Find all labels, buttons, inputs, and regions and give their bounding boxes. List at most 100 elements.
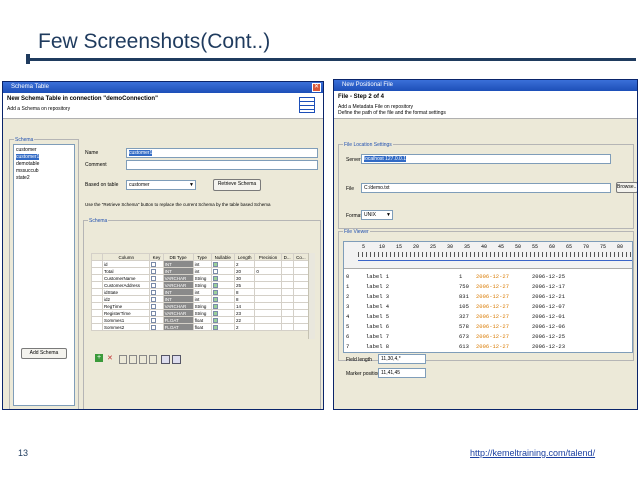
comment-cell[interactable] xyxy=(292,281,310,289)
dbtype-cell[interactable]: VARCHAR xyxy=(162,302,194,310)
checkbox[interactable] xyxy=(212,324,218,330)
column-cell[interactable]: CustomerAddress xyxy=(101,281,151,289)
row-handle[interactable] xyxy=(91,260,103,268)
type-cell[interactable]: float xyxy=(192,323,212,331)
length-cell[interactable]: 8 xyxy=(233,295,256,303)
row-handle[interactable] xyxy=(91,267,103,275)
key-checkbox[interactable] xyxy=(149,316,164,324)
checkbox[interactable] xyxy=(151,303,157,309)
type-cell[interactable]: String xyxy=(192,274,212,282)
add-schema-button[interactable]: Add Schema xyxy=(21,348,67,359)
checkbox[interactable] xyxy=(151,275,157,281)
precision-cell[interactable] xyxy=(254,260,282,268)
row-handle[interactable] xyxy=(91,316,103,324)
row-handle[interactable] xyxy=(91,302,103,310)
precision-cell[interactable] xyxy=(254,281,282,289)
comment-cell[interactable] xyxy=(292,288,310,296)
browse-button[interactable]: Browse... xyxy=(616,182,637,193)
key-checkbox[interactable] xyxy=(149,295,164,303)
row-handle[interactable] xyxy=(91,288,103,296)
schema-list-item[interactable]: demotable xyxy=(16,161,39,167)
column-cell[interactable]: id2 xyxy=(101,295,151,303)
type-cell[interactable]: String xyxy=(192,302,212,310)
checkbox[interactable] xyxy=(212,303,218,309)
comment-cell[interactable] xyxy=(292,316,310,324)
dbtype-cell[interactable]: VARCHAR xyxy=(162,281,194,289)
precision-cell[interactable] xyxy=(254,323,282,331)
precision-cell[interactable] xyxy=(254,309,282,317)
key-checkbox[interactable] xyxy=(149,281,164,289)
comment-cell[interactable] xyxy=(292,274,310,282)
checkbox[interactable] xyxy=(151,261,157,267)
comment-cell[interactable] xyxy=(292,309,310,317)
default-cell[interactable] xyxy=(280,260,294,268)
row-handle[interactable] xyxy=(91,323,103,331)
length-cell[interactable]: 20 xyxy=(233,267,256,275)
row-handle[interactable] xyxy=(91,309,103,317)
column-cell[interactable]: idState xyxy=(101,288,151,296)
key-checkbox[interactable] xyxy=(149,288,164,296)
nullable-checkbox[interactable] xyxy=(210,281,235,289)
type-cell[interactable]: int xyxy=(192,267,212,275)
precision-cell[interactable] xyxy=(254,288,282,296)
precision-cell[interactable] xyxy=(254,316,282,324)
copy-icon[interactable] xyxy=(119,355,127,364)
checkbox[interactable] xyxy=(151,289,157,295)
checkbox[interactable] xyxy=(212,261,218,267)
checkbox[interactable] xyxy=(151,268,157,274)
table-row[interactable]: Sommes1 FLOAT float 22 xyxy=(91,316,310,324)
type-cell[interactable]: int xyxy=(192,260,212,268)
nullable-checkbox[interactable] xyxy=(210,274,235,282)
retrieve-schema-button[interactable]: Retrieve Schema xyxy=(213,179,261,191)
default-cell[interactable] xyxy=(280,267,294,275)
length-cell[interactable]: 23 xyxy=(233,309,256,317)
dbtype-cell[interactable]: FLOAT xyxy=(162,323,194,331)
column-cell[interactable]: id xyxy=(101,260,151,268)
type-cell[interactable]: String xyxy=(192,309,212,317)
based-on-select[interactable]: customer ▼ xyxy=(126,180,196,190)
grid-header[interactable]: Precision xyxy=(254,253,282,261)
row-handle[interactable] xyxy=(91,295,103,303)
precision-cell[interactable] xyxy=(254,295,282,303)
type-cell[interactable]: String xyxy=(192,281,212,289)
table-row[interactable]: idState INT int 8 xyxy=(91,288,310,296)
table-row[interactable]: CustomerName VARCHAR String 30 xyxy=(91,274,310,282)
grid-header[interactable] xyxy=(91,253,103,261)
table-row[interactable]: id2 INT int 8 xyxy=(91,295,310,303)
nullable-checkbox[interactable] xyxy=(210,260,235,268)
dbtype-cell[interactable]: VARCHAR xyxy=(162,274,194,282)
comment-cell[interactable] xyxy=(292,267,310,275)
checkbox[interactable] xyxy=(151,317,157,323)
schema-list-item[interactable]: customer1 xyxy=(16,154,40,160)
default-cell[interactable] xyxy=(280,274,294,282)
checkbox[interactable] xyxy=(212,275,218,281)
nullable-checkbox[interactable] xyxy=(210,302,235,310)
schema-grid-scrollbar[interactable] xyxy=(308,253,315,339)
precision-cell[interactable] xyxy=(254,302,282,310)
default-cell[interactable] xyxy=(280,323,294,331)
key-checkbox[interactable] xyxy=(149,274,164,282)
comment-cell[interactable] xyxy=(292,302,310,310)
file-viewer[interactable]: 5 10 15 20 25 30 35 40 45 50 55 60 65 70 75 80 0 label 1… xyxy=(343,241,633,353)
comment-cell[interactable] xyxy=(292,260,310,268)
length-cell[interactable]: 30 xyxy=(233,274,256,282)
checkbox[interactable] xyxy=(212,268,218,274)
grid-header[interactable]: Co... xyxy=(292,253,310,261)
dbtype-cell[interactable]: VARCHAR xyxy=(162,309,194,317)
file-field[interactable]: C:/demo.txt xyxy=(361,183,611,193)
column-cell[interactable]: RegisterTime xyxy=(101,309,151,317)
table-row[interactable]: Sommes2 FLOAT float 2 xyxy=(91,323,310,331)
dbtype-cell[interactable]: INT xyxy=(162,295,194,303)
move-down-icon[interactable] xyxy=(149,355,157,364)
checkbox[interactable] xyxy=(151,324,157,330)
nullable-checkbox[interactable] xyxy=(210,309,235,317)
checkbox[interactable] xyxy=(151,310,157,316)
comment-cell[interactable] xyxy=(292,295,310,303)
export-icon[interactable] xyxy=(172,355,181,364)
checkbox[interactable] xyxy=(212,310,218,316)
schema-list-item[interactable]: state2 xyxy=(16,175,30,181)
key-checkbox[interactable] xyxy=(149,323,164,331)
format-select[interactable]: UNIX ▼ xyxy=(361,210,393,220)
table-row[interactable]: RegTime VARCHAR String 14 xyxy=(91,302,310,310)
grid-header[interactable]: Nullable xyxy=(210,253,235,261)
